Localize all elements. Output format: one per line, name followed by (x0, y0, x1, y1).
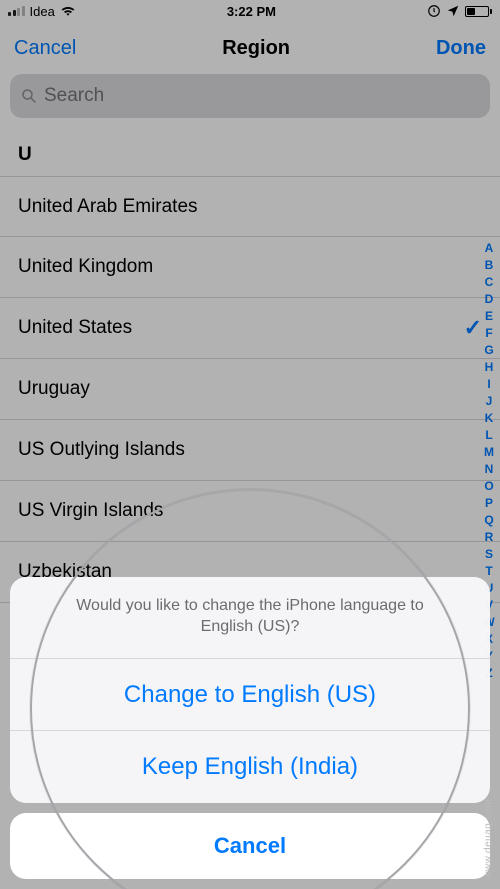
change-language-button[interactable]: Change to English (US) (10, 659, 490, 731)
action-sheet: Would you like to change the iPhone lang… (10, 577, 490, 879)
sheet-header: Would you like to change the iPhone lang… (10, 577, 490, 659)
sheet-title: Would you like to change the iPhone lang… (60, 595, 440, 638)
sheet-cancel-button[interactable]: Cancel (214, 833, 286, 859)
watermark: www.deuaq.com (483, 799, 494, 879)
keep-language-button[interactable]: Keep English (India) (10, 731, 490, 803)
